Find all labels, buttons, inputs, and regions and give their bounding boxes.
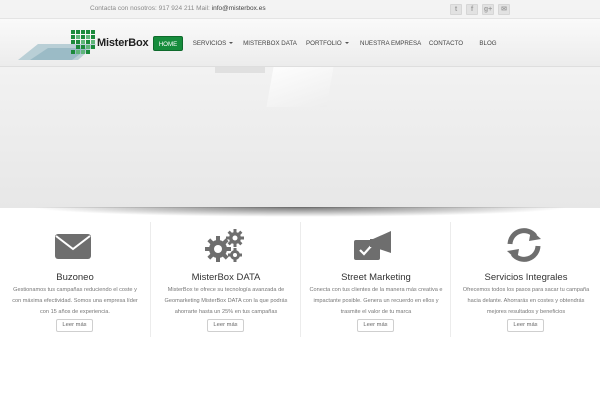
- nav-home[interactable]: HOME: [153, 36, 183, 51]
- top-contact-bar: Contacta con nosotros: 917 924 211 Mail:…: [0, 0, 600, 19]
- nav-servicios[interactable]: SERVICIOS: [192, 36, 234, 51]
- service-description: Ofrecemos todos los pasos para sacar tu …: [462, 287, 590, 315]
- service-column: Street Marketing Conecta con tus cliente…: [300, 222, 450, 337]
- nav-nuestra-empresa[interactable]: NUESTRA EMPRESA: [360, 36, 421, 51]
- read-more-button[interactable]: Leer más: [507, 319, 544, 332]
- service-title: Street Marketing: [341, 272, 411, 283]
- chevron-down-icon: [344, 42, 349, 45]
- service-column: Buzoneo Gestionamos tus campañas reducie…: [0, 222, 150, 337]
- service-title: MisterBox DATA: [191, 272, 261, 283]
- chevron-down-icon: [229, 42, 234, 45]
- gears-icon: [205, 229, 244, 262]
- logo-text[interactable]: MisterBox: [97, 37, 149, 49]
- google-plus-icon[interactable]: g+: [482, 4, 494, 15]
- service-column: MisterBox DATA MisterBox te ofrece su te…: [150, 222, 300, 337]
- hero-slider[interactable]: [0, 67, 600, 208]
- slider-decoration: [266, 67, 334, 107]
- contact-text: Contacta con nosotros: 917 924 211 Mail:: [90, 5, 212, 12]
- nav-contacto[interactable]: CONTACTO: [428, 36, 464, 51]
- site-header: MisterBox HOME SERVICIOS MISTERBOX DATA …: [0, 19, 600, 67]
- service-description: Gestionamos tus campañas reduciendo el c…: [12, 287, 138, 315]
- slider-decoration: [215, 67, 265, 73]
- nav-blog[interactable]: BLOG: [476, 36, 500, 51]
- facebook-icon[interactable]: f: [466, 4, 478, 15]
- twitter-icon[interactable]: t: [450, 4, 462, 15]
- email-icon[interactable]: ✉: [498, 4, 510, 15]
- read-more-button[interactable]: Leer más: [207, 319, 244, 332]
- read-more-button[interactable]: Leer más: [357, 319, 394, 332]
- service-description: Conecta con tus clientes de la manera má…: [309, 287, 443, 315]
- read-more-button[interactable]: Leer más: [56, 319, 93, 332]
- contact-email-link[interactable]: info@misterbox.es: [212, 5, 266, 12]
- contact-info: Contacta con nosotros: 917 924 211 Mail:…: [90, 5, 266, 12]
- service-title: Servicios Integrales: [484, 272, 568, 283]
- nav-misterbox-data[interactable]: MISTERBOX DATA: [243, 36, 297, 51]
- service-description: MisterBox te ofrece su tecnología avanza…: [164, 287, 288, 315]
- service-column: Servicios Integrales Ofrecemos todos los…: [450, 222, 600, 337]
- nav-servicios-label: SERVICIOS: [192, 40, 227, 47]
- refresh-icon: [507, 228, 541, 262]
- envelope-icon: [55, 234, 91, 259]
- nav-portfolio-label: PORTFOLIO: [306, 40, 342, 47]
- megaphone-icon: [354, 231, 391, 260]
- slider-shadow: [30, 207, 570, 217]
- service-title: Buzoneo: [56, 272, 94, 283]
- nav-portfolio[interactable]: PORTFOLIO: [306, 36, 349, 51]
